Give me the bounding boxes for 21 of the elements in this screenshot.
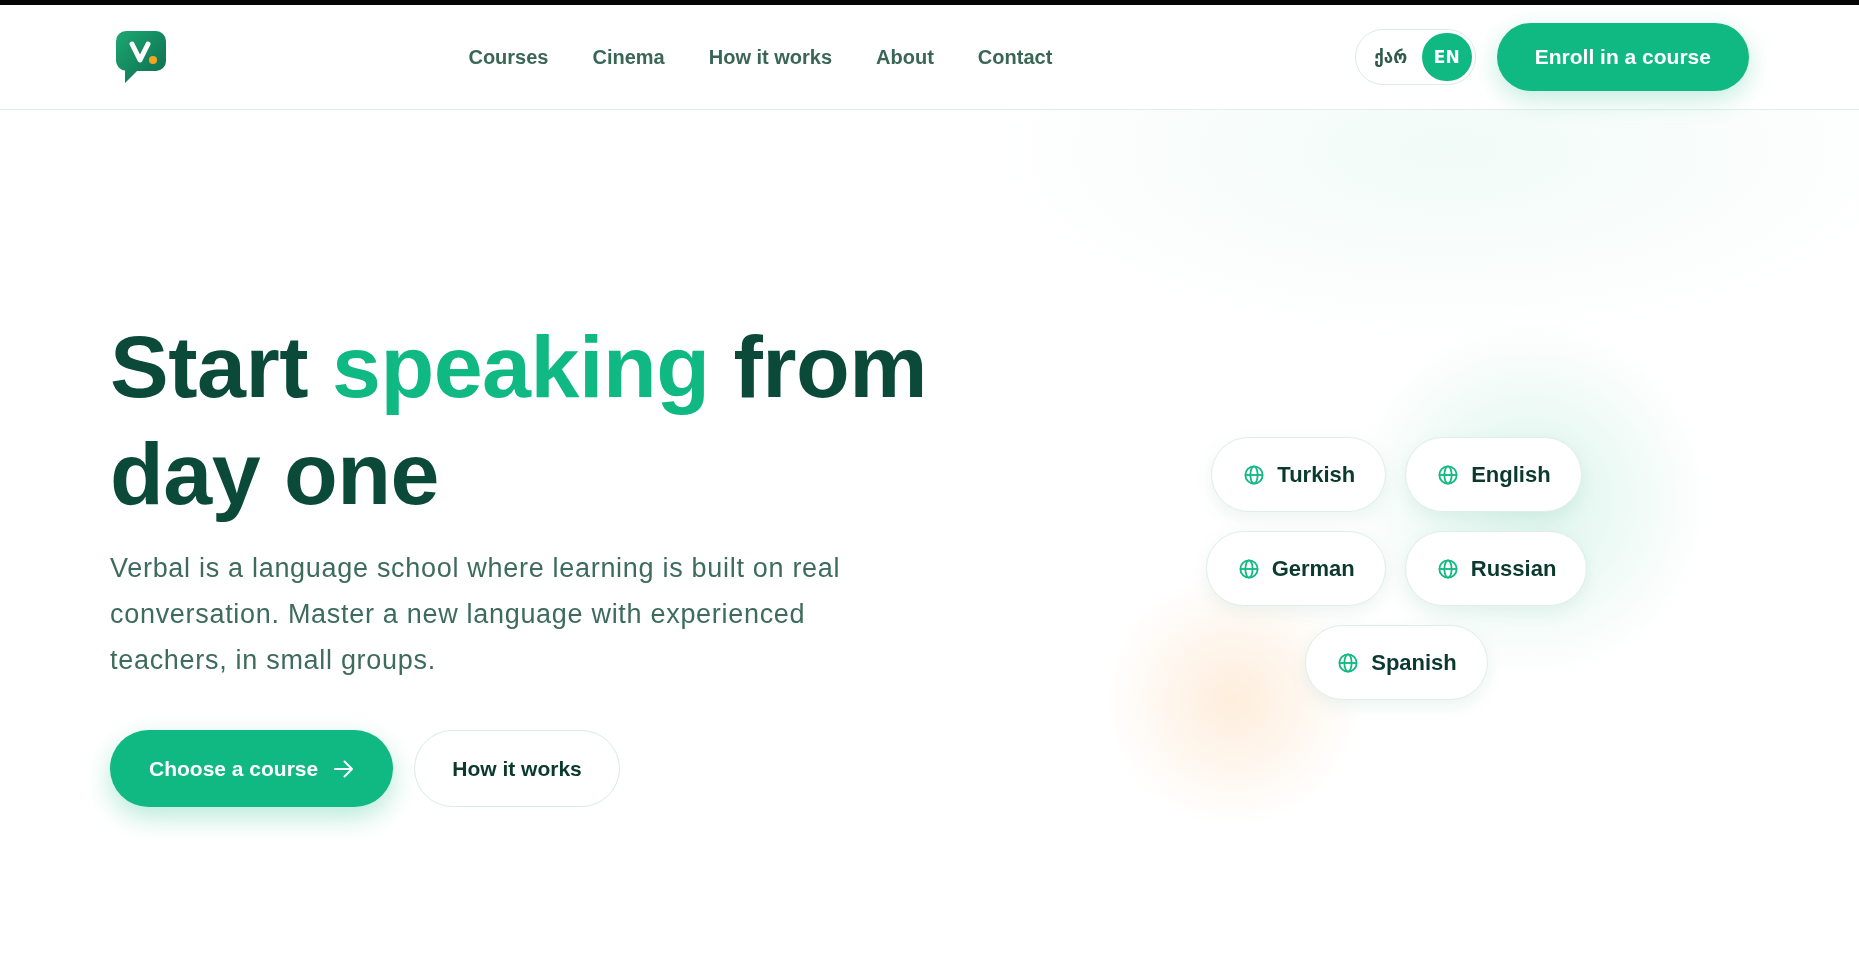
- language-name: German: [1271, 555, 1355, 582]
- hero-headline: Start speaking from day one: [110, 316, 928, 525]
- nav-link[interactable]: Cinema: [592, 45, 665, 69]
- language-name: Spanish: [1371, 649, 1457, 676]
- nav-link[interactable]: How it works: [708, 45, 833, 69]
- globe-icon: [1238, 558, 1259, 579]
- nav-link[interactable]: Contact: [977, 45, 1053, 69]
- logo-icon[interactable]: [116, 31, 166, 83]
- hero-description: Verbal is a language school where learning is built on real conversation. Master a new language with experienced teachers, in small groups.: [110, 552, 842, 677]
- how-it-works-button[interactable]: How it works: [414, 730, 620, 807]
- globe-icon: [1338, 652, 1359, 673]
- language-name: English: [1471, 461, 1551, 488]
- globe-icon: [1437, 558, 1458, 579]
- language-name: Russian: [1470, 555, 1557, 582]
- language-option[interactable]: ქარ: [1365, 33, 1416, 81]
- globe-icon: [1438, 464, 1459, 485]
- globe-icon: [1244, 464, 1265, 485]
- arrow-right-icon: [334, 759, 355, 778]
- language-name: Turkish: [1277, 461, 1356, 488]
- nav-link[interactable]: Courses: [468, 45, 549, 69]
- nav-link[interactable]: About: [876, 45, 934, 69]
